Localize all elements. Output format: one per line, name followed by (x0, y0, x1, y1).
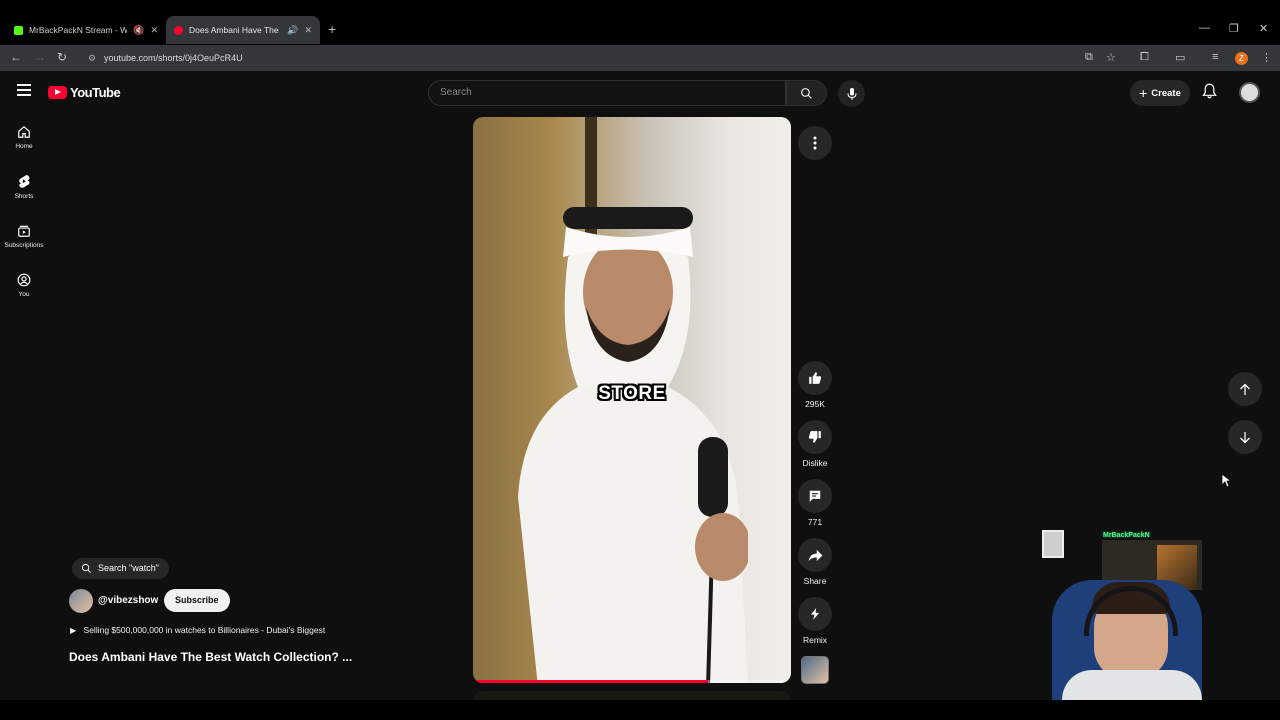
sound-thumbnail[interactable] (801, 656, 829, 684)
audio-playing-icon[interactable]: 🔊 (287, 25, 298, 36)
playlist-link[interactable]: ▶ Selling $500,000,000 in watches to Bil… (70, 625, 325, 635)
bookmark-star-icon[interactable]: ☆ (1106, 51, 1116, 64)
forward-icon[interactable]: → (34, 50, 46, 64)
home-icon (18, 125, 30, 138)
browser-tab-kick[interactable]: MrBackPackN Stream - Watch 🔇 ✕ (6, 16, 166, 44)
search-chip-label: Search "watch" (98, 563, 159, 573)
comment-count: 771 (807, 517, 823, 527)
remix-label: Remix (802, 635, 828, 645)
sidebar-item-you[interactable]: You (0, 273, 48, 298)
screen-bottom-edge (0, 700, 1280, 720)
youtube-header: YouTube Search + Create (0, 71, 1280, 115)
sidebar-item-shorts[interactable]: Shorts (0, 174, 48, 200)
video-caption: STORE (598, 383, 666, 404)
subscribe-button[interactable]: Subscribe (164, 589, 230, 612)
video-progress-bar[interactable] (473, 680, 791, 683)
new-tab-icon[interactable]: + (328, 21, 336, 37)
browser-menu-icon[interactable]: ⋮ (1261, 51, 1272, 64)
youtube-play-icon (48, 86, 67, 99)
muted-icon[interactable]: 🔇 (133, 25, 144, 36)
comments-button[interactable]: 771 (798, 479, 832, 527)
thumbs-up-icon (809, 372, 822, 384)
account-avatar[interactable] (1239, 82, 1260, 103)
hamburger-menu-icon[interactable] (17, 84, 31, 99)
more-options-button[interactable] (798, 126, 832, 160)
you-icon (17, 273, 31, 287)
browser-tab-youtube[interactable]: Does Ambani Have The Best 🔊 ✕ (166, 16, 320, 44)
logo-wordmark: YouTube (70, 85, 121, 100)
like-count: 295K (805, 399, 825, 409)
sidebar-item-label: You (18, 291, 30, 298)
youtube-favicon-icon (174, 25, 183, 35)
search-button[interactable] (786, 80, 827, 106)
sidebar-item-home[interactable]: Home (0, 125, 48, 150)
mouse-cursor-icon (1221, 473, 1233, 493)
voice-search-button[interactable] (838, 80, 865, 107)
previous-short-button[interactable] (1228, 372, 1262, 406)
notifications-bell-icon[interactable] (1202, 83, 1217, 104)
sidebar-item-label: Shorts (14, 193, 34, 200)
extensions-icon[interactable]: ⧠ (1140, 51, 1149, 64)
wall-frame (1042, 530, 1064, 558)
close-window-icon[interactable]: ✕ (1259, 22, 1268, 35)
shorts-video-player[interactable]: STORE (473, 117, 791, 683)
speaker-figure (518, 207, 748, 683)
channel-avatar[interactable] (69, 589, 93, 613)
remix-button[interactable]: Remix (798, 597, 832, 645)
streamer-webcam-overlay (1042, 520, 1232, 720)
tab-title: MrBackPackN Stream - Watch (29, 25, 128, 35)
plus-icon: + (1139, 85, 1148, 101)
microphone-icon (847, 87, 856, 100)
search-icon (801, 87, 812, 99)
channel-name[interactable]: @vibezshow (98, 595, 158, 606)
subscriptions-icon (18, 225, 30, 237)
share-label: Share (803, 576, 827, 586)
video-progress-fill (473, 680, 709, 683)
search-input[interactable]: Search (428, 80, 786, 106)
tab-title: Does Ambani Have The Best (189, 25, 281, 35)
browser-toolbar: ← → ↻ ⚙ youtube.com/shorts/0j4OeuPcR4U ⧉… (0, 45, 1280, 71)
back-icon[interactable]: ← (10, 50, 22, 64)
create-label: Create (1151, 87, 1181, 99)
shorts-icon (19, 175, 30, 188)
share-arrow-icon (808, 549, 822, 561)
close-tab-icon[interactable]: ✕ (304, 25, 312, 36)
video-title[interactable]: Does Ambani Have The Best Watch Collecti… (69, 650, 352, 664)
minimize-icon[interactable]: — (1199, 22, 1210, 34)
sidebar-item-subscriptions[interactable]: Subscriptions (0, 224, 48, 249)
dislike-label: Dislike (802, 458, 828, 468)
streamer-name-overlay: MrBackPackN (1103, 532, 1150, 539)
install-app-icon[interactable]: ⧉ (1085, 51, 1093, 64)
site-info-icon[interactable]: ⚙ (88, 53, 96, 64)
search-suggestion-chip[interactable]: Search "watch" (72, 558, 169, 579)
create-button[interactable]: + Create (1130, 80, 1190, 106)
search-icon (81, 563, 91, 573)
sidebar-item-label: Home (15, 143, 33, 150)
browser-tab-bar: MrBackPackN Stream - Watch 🔇 ✕ Does Amba… (0, 0, 1280, 45)
reload-icon[interactable]: ↻ (57, 50, 67, 64)
arrow-up-icon (1240, 383, 1250, 395)
youtube-logo[interactable]: YouTube (48, 85, 121, 100)
restore-icon[interactable]: ❐ (1229, 22, 1239, 35)
playlist-title: Selling $500,000,000 in watches to Billi… (83, 625, 326, 635)
kick-favicon-icon (14, 25, 23, 35)
address-bar[interactable]: ⚙ youtube.com/shorts/0j4OeuPcR4U (80, 48, 1100, 68)
close-tab-icon[interactable]: ✕ (150, 25, 158, 36)
cast-icon[interactable]: ▭ (1175, 51, 1185, 64)
remix-icon (810, 608, 820, 620)
arrow-down-icon (1240, 431, 1250, 443)
sidebar-item-label: Subscriptions (4, 242, 44, 249)
next-short-button[interactable] (1228, 420, 1262, 454)
share-button[interactable]: Share (798, 538, 832, 586)
url-text: youtube.com/shorts/0j4OeuPcR4U (104, 53, 243, 63)
play-triangle-icon: ▶ (70, 626, 77, 635)
more-vertical-icon (813, 136, 817, 150)
comment-icon (809, 490, 821, 502)
like-button[interactable]: 295K (798, 361, 832, 409)
thumbs-down-icon (808, 431, 821, 443)
dislike-button[interactable]: Dislike (798, 420, 832, 468)
media-controls-icon[interactable]: ≡ (1212, 51, 1218, 63)
browser-profile-badge[interactable]: Z (1235, 52, 1248, 65)
